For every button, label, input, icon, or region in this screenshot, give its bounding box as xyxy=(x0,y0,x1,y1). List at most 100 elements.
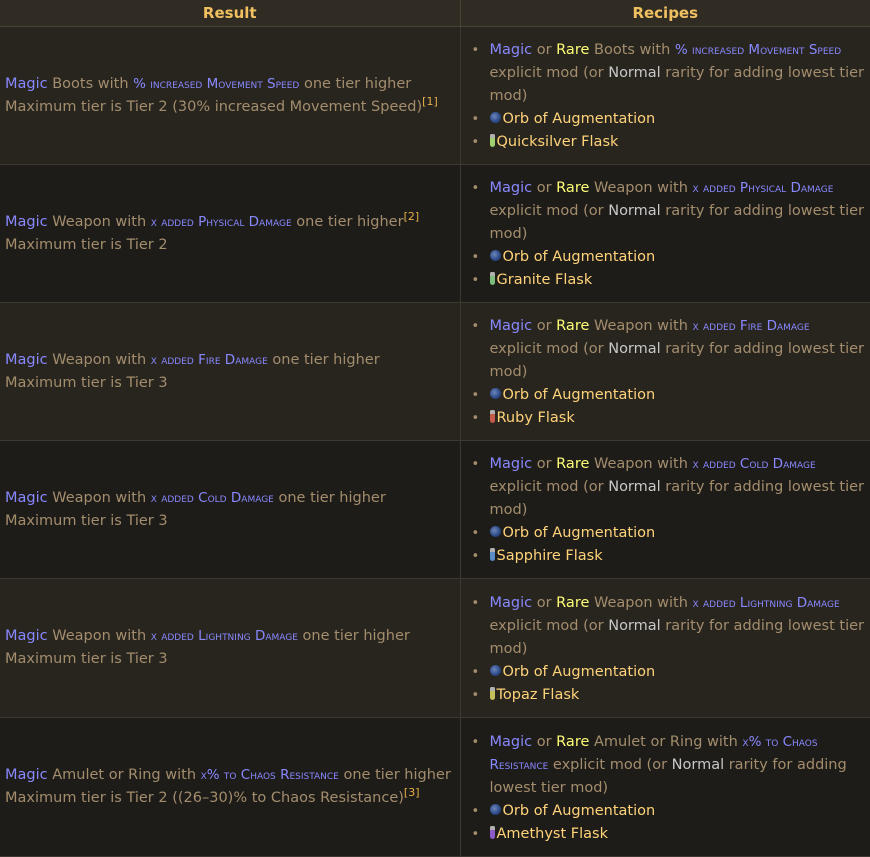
magic-link[interactable]: Magic xyxy=(490,180,533,196)
item-class: Amulet or Ring xyxy=(594,733,703,750)
recipe-cell: Magic or Rare Weapon with x added Physic… xyxy=(460,164,870,303)
result-cell: Magic Weapon with x added Physical Damag… xyxy=(0,164,461,303)
normal-link[interactable]: Normal xyxy=(608,203,660,219)
result-cell: Magic Weapon with x added Fire Damage on… xyxy=(0,302,461,441)
explicit-mod-text: explicit mod (or xyxy=(552,756,668,773)
magic-link[interactable]: Magic xyxy=(5,76,48,92)
result-suffix: one tier higher xyxy=(302,628,410,644)
orb-link[interactable]: Orb of Augmentation xyxy=(503,803,656,819)
magic-link[interactable]: Magic xyxy=(5,490,48,506)
or-text: or xyxy=(536,318,552,334)
with-text: with xyxy=(115,213,147,230)
reference-link[interactable]: [3] xyxy=(404,786,420,799)
mod-stat-link[interactable]: x added Lightning Damage xyxy=(693,595,840,611)
result-cell: Magic Weapon with x added Cold Damage on… xyxy=(0,440,461,579)
ruby-flask-icon xyxy=(489,410,495,423)
reference-link[interactable]: [2] xyxy=(404,210,420,223)
magic-link[interactable]: Magic xyxy=(5,214,48,230)
orb-link[interactable]: Orb of Augmentation xyxy=(503,249,656,265)
with-text: with xyxy=(115,489,147,506)
flask-link[interactable]: Quicksilver Flask xyxy=(497,134,619,150)
mod-stat-link[interactable]: x added Fire Damage xyxy=(151,352,268,368)
mod-stat-link[interactable]: x added Cold Damage xyxy=(693,456,816,472)
recipe-item-orb[interactable]: Orb of Augmentation xyxy=(472,522,865,545)
recipe-item-flask[interactable]: Quicksilver Flask xyxy=(472,131,865,154)
item-class: Weapon xyxy=(52,351,111,368)
item-class: Amulet or Ring xyxy=(52,767,161,783)
mod-stat-link[interactable]: x added Physical Damage xyxy=(151,214,292,230)
mod-stat-link[interactable]: x added Cold Damage xyxy=(151,490,274,506)
magic-link[interactable]: Magic xyxy=(490,595,533,611)
or-text: or xyxy=(536,42,552,58)
recipe-item-flask[interactable]: Granite Flask xyxy=(472,269,865,292)
max-tier-text: Maximum tier is Tier 3 xyxy=(5,374,168,391)
recipe-item-flask[interactable]: Sapphire Flask xyxy=(472,545,865,568)
with-text: with xyxy=(115,351,147,368)
orb-link[interactable]: Orb of Augmentation xyxy=(503,664,656,680)
or-text: or xyxy=(536,733,552,750)
result-cell: Magic Boots with % increased Movement Sp… xyxy=(0,26,461,165)
magic-link[interactable]: Magic xyxy=(5,767,48,783)
magic-link[interactable]: Magic xyxy=(490,734,533,750)
mod-stat-link[interactable]: % increased Movement Speed xyxy=(133,76,299,92)
recipe-item-flask[interactable]: Topaz Flask xyxy=(472,684,865,707)
rare-link[interactable]: Rare xyxy=(556,42,589,58)
magic-link[interactable]: Magic xyxy=(490,318,533,334)
rare-link[interactable]: Rare xyxy=(556,180,589,196)
flask-link[interactable]: Sapphire Flask xyxy=(497,548,603,564)
recipe-item-base: Magic or Rare Weapon with x added Physic… xyxy=(472,177,864,246)
item-class: Boots xyxy=(594,42,635,58)
normal-link[interactable]: Normal xyxy=(608,618,660,634)
reference-link[interactable]: [1] xyxy=(422,95,438,108)
normal-link[interactable]: Normal xyxy=(608,479,660,495)
table-row: Magic Weapon with x added Cold Damage on… xyxy=(0,440,870,579)
normal-link[interactable]: Normal xyxy=(608,341,660,357)
table-row: Magic Boots with % increased Movement Sp… xyxy=(0,26,870,165)
rare-link[interactable]: Rare xyxy=(556,734,589,750)
recipes-column-header[interactable]: Recipes xyxy=(460,0,870,27)
result-cell: Magic Weapon with x added Lightning Dama… xyxy=(0,578,461,718)
mod-stat-link[interactable]: x added Fire Damage xyxy=(693,318,810,334)
recipe-item-flask[interactable]: Amethyst Flask xyxy=(472,823,865,846)
recipe-item-flask[interactable]: Ruby Flask xyxy=(472,407,865,430)
mod-stat-link[interactable]: x% to Chaos Resistance xyxy=(201,767,339,783)
recipe-item-orb[interactable]: Orb of Augmentation xyxy=(472,246,865,269)
rare-link[interactable]: Rare xyxy=(556,318,589,334)
recipe-item-base: Magic or Rare Amulet or Ring with x% to … xyxy=(472,731,865,800)
magic-link[interactable]: Magic xyxy=(490,456,533,472)
item-class: Weapon xyxy=(594,456,653,472)
result-column-header[interactable]: Result xyxy=(0,0,461,27)
magic-link[interactable]: Magic xyxy=(5,352,48,368)
orb-link[interactable]: Orb of Augmentation xyxy=(503,111,656,127)
granite-flask-icon xyxy=(489,272,495,285)
item-class: Weapon xyxy=(594,180,653,196)
magic-link[interactable]: Magic xyxy=(5,628,48,644)
max-tier-text: Maximum tier is Tier 2 ((26–30)% to Chao… xyxy=(5,790,404,806)
recipe-item-orb[interactable]: Orb of Augmentation xyxy=(472,800,865,823)
rare-link[interactable]: Rare xyxy=(556,595,589,611)
recipe-cell: Magic or Rare Weapon with x added Lightn… xyxy=(460,578,870,718)
flask-link[interactable]: Ruby Flask xyxy=(497,410,575,426)
normal-link[interactable]: Normal xyxy=(608,65,660,81)
or-text: or xyxy=(536,456,552,472)
orb-of-augmentation-icon xyxy=(489,388,501,399)
rare-link[interactable]: Rare xyxy=(556,456,589,472)
normal-link[interactable]: Normal xyxy=(672,757,724,773)
with-text: with xyxy=(97,75,129,92)
mod-stat-link[interactable]: % increased Movement Speed xyxy=(675,42,841,58)
max-tier-text: Maximum tier is Tier 2 (30% increased Mo… xyxy=(5,98,423,115)
recipe-item-orb[interactable]: Orb of Augmentation xyxy=(472,108,865,131)
mod-stat-link[interactable]: x added Lightning Damage xyxy=(151,628,298,644)
orb-link[interactable]: Orb of Augmentation xyxy=(503,387,656,403)
flask-link[interactable]: Granite Flask xyxy=(497,272,593,288)
flask-link[interactable]: Topaz Flask xyxy=(497,687,580,703)
magic-link[interactable]: Magic xyxy=(490,42,533,58)
flask-link[interactable]: Amethyst Flask xyxy=(497,826,608,842)
recipe-item-orb[interactable]: Orb of Augmentation xyxy=(472,661,865,684)
mod-stat-link[interactable]: x added Physical Damage xyxy=(693,180,834,196)
orb-link[interactable]: Orb of Augmentation xyxy=(503,525,656,541)
recipe-item-base: Magic or Rare Weapon with x added Fire D… xyxy=(472,315,864,384)
recipe-list: Magic or Rare Weapon with x added Fire D… xyxy=(472,315,865,430)
with-text: with xyxy=(639,42,671,58)
recipe-item-orb[interactable]: Orb of Augmentation xyxy=(472,384,865,407)
